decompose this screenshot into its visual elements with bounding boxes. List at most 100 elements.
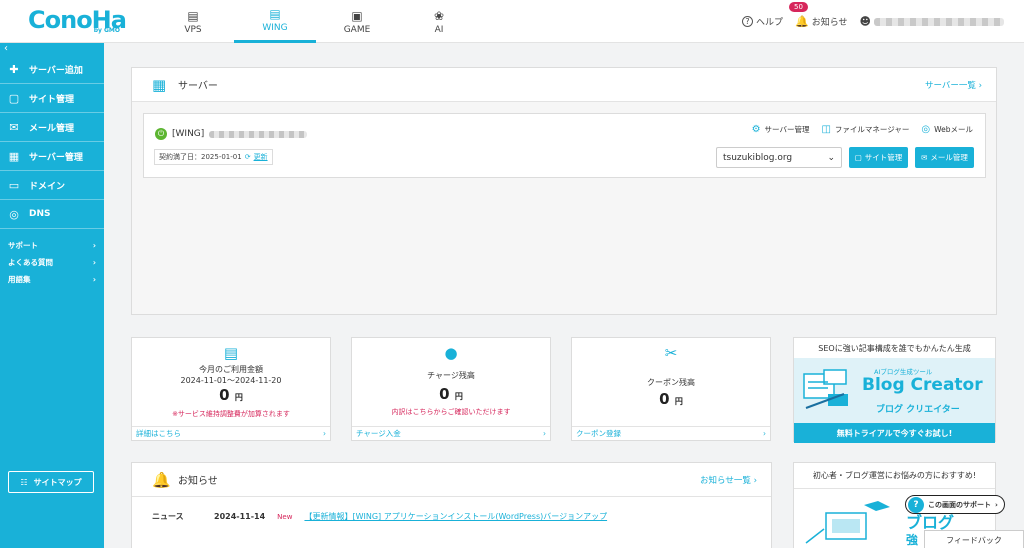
chevron-right-icon: › <box>323 429 326 438</box>
sidebar-link-faq[interactable]: よくある質問 › <box>0 254 104 271</box>
charge-card: ● チャージ残高 0 円 内訳はこちらからご確認いただけます チャージ入金 › <box>351 337 551 441</box>
conoha-logo[interactable]: ConoHa by GMO <box>28 6 127 36</box>
sidebar-link-support[interactable]: サポート › <box>0 237 104 254</box>
sidebar-item-site-management[interactable]: ▢ サイト管理 <box>0 84 104 113</box>
sidebar-item-domain[interactable]: ▭ ドメイン <box>0 171 104 200</box>
sidebar-collapse-button[interactable]: ‹ <box>0 43 104 55</box>
coupon-icon: ✂ <box>664 344 678 362</box>
sidebar-item-label: サイト管理 <box>29 94 75 105</box>
server-icon: ▦ <box>8 149 20 163</box>
ad-illustration-icon <box>803 369 848 409</box>
coupon-unit: 円 <box>674 397 683 406</box>
coupon-register-link[interactable]: クーポン登録 › <box>572 426 770 440</box>
sidebar-item-dns[interactable]: ◎ DNS <box>0 200 104 229</box>
page-support-button[interactable]: ? この画面のサポート › <box>905 495 1005 514</box>
tab-wing-label: WING <box>262 23 288 33</box>
blog-creator-ad[interactable]: SEOに強い記事構成を誰でもかんたん生成 AIブログ生成ツール Blog Cre… <box>793 337 996 443</box>
contract-expiry: 契約満了日：2025-01-01 ⟳ 更新 <box>154 149 273 165</box>
ai-brain-icon: ❀ <box>433 8 445 23</box>
page-support-label: この画面のサポート <box>928 500 991 509</box>
refresh-icon: ⟳ <box>244 153 251 161</box>
mail-management-button[interactable]: ✉ メール管理 <box>915 147 974 168</box>
news-link[interactable]: 【更新情報】[WING] アプリケーションインストール(WordPress)バー… <box>304 511 607 522</box>
sidebar-link-label: よくある質問 <box>8 258 53 267</box>
question-icon: ? <box>741 16 753 27</box>
power-icon: ⏻ <box>155 128 167 140</box>
charge-deposit-label: チャージ入金 <box>356 429 401 438</box>
webmail-icon: ◎ <box>921 124 931 135</box>
server-icon: ▦ <box>152 75 167 94</box>
tool-server-management[interactable]: ⚙ サーバー管理 <box>752 124 810 135</box>
mail-icon: ✉ <box>9 120 19 134</box>
sidebar-links: サポート › よくある質問 › 用語集 › <box>0 229 104 288</box>
news-list-link[interactable]: お知らせ一覧 › <box>700 474 757 486</box>
domain-select[interactable]: tsuzukiblog.org ⌄ <box>716 147 842 168</box>
usage-details-label: 詳細はこちら <box>136 429 181 438</box>
sitemap-icon: ☷ <box>20 477 28 487</box>
usage-value: 0 円 <box>132 386 330 404</box>
account-name-redacted <box>874 17 1004 26</box>
sidebar-item-mail-management[interactable]: ✉ メール管理 <box>0 113 104 142</box>
ad-body: AIブログ生成ツール Blog Creator ブログ クリエイター 無料トライ… <box>794 358 995 443</box>
server-list-link-label: サーバー一覧 <box>924 80 976 91</box>
ad2-headline: 初心者・ブログ運営にお悩みの方におすすめ! <box>794 463 995 489</box>
wing-server-icon: ▤ <box>269 7 281 21</box>
usage-amount: 0 <box>219 386 230 404</box>
notices-link[interactable]: 50 🔔 お知らせ <box>789 2 848 28</box>
sitemap-label: サイトマップ <box>33 477 82 487</box>
tool-label: サーバー管理 <box>764 125 810 134</box>
site-management-button[interactable]: ▢ サイト管理 <box>849 147 908 168</box>
usage-details-link[interactable]: 詳細はこちら › <box>132 426 330 440</box>
tab-game-label: GAME <box>343 24 371 35</box>
chevron-right-icon: › <box>92 258 96 267</box>
news-title: お知らせ <box>178 476 218 487</box>
chevron-right-icon: › <box>995 500 998 509</box>
tool-webmail[interactable]: ◎ Webメール <box>921 124 973 135</box>
news-category: ニュース <box>152 512 184 521</box>
tool-file-manager[interactable]: ◫ ファイルマネージャー <box>821 124 909 135</box>
ad2-blog-sub: 強 <box>906 533 919 547</box>
plus-icon: ✚ <box>9 62 19 76</box>
tab-game[interactable]: ▣ GAME <box>316 0 398 43</box>
sidebar-item-add-server[interactable]: ✚ サーバー追加 <box>0 55 104 84</box>
invoice-icon: ▤ <box>223 344 239 362</box>
account-menu[interactable]: ☻ <box>860 15 1004 28</box>
news-date: 2024-11-14 <box>214 512 266 521</box>
logo-by: by GMO <box>93 27 120 34</box>
sitemap-button[interactable]: ☷ サイトマップ <box>8 471 94 493</box>
dollar-coin-icon: ● <box>444 344 458 362</box>
usage-range: 2024-11-01〜2024-11-20 <box>180 376 282 385</box>
ad-headline: SEOに強い記事構成を誰でもかんたん生成 <box>818 343 971 353</box>
news-row: ニュース 2024-11-14 New 【更新情報】[WING] アプリケーショ… <box>152 511 607 522</box>
tab-ai-label: AI <box>434 24 444 35</box>
coupon-value: 0 円 <box>572 390 770 408</box>
coupon-label: クーポン残高 <box>647 378 695 387</box>
ad-cta[interactable]: 無料トライアルで今すぐお試し! <box>794 423 995 443</box>
usage-card: ▤ 今月のご利用金額 2024-11-01〜2024-11-20 0 円 ※サー… <box>131 337 331 441</box>
help-link[interactable]: ? ヘルプ <box>741 15 783 28</box>
feedback-button[interactable]: フィードバック <box>924 530 1024 548</box>
news-list-link-label: お知らせ一覧 <box>700 475 751 486</box>
tab-vps[interactable]: ▤ VPS <box>152 0 234 43</box>
sidebar-item-label: メール管理 <box>29 123 75 134</box>
charge-deposit-link[interactable]: チャージ入金 › <box>352 426 550 440</box>
tool-label: Webメール <box>934 125 973 134</box>
sidebar: ‹ ✚ サーバー追加 ▢ サイト管理 ✉ メール管理 ▦ サーバー管理 ▭ ドメ… <box>0 43 104 548</box>
renew-link[interactable]: 更新 <box>254 152 268 162</box>
server-tools: ⚙ サーバー管理 ◫ ファイルマネージャー ◎ Webメール <box>752 124 973 135</box>
notices-count-badge: 50 <box>789 2 808 12</box>
news-new-badge: New <box>277 512 293 521</box>
sidebar-link-glossary[interactable]: 用語集 › <box>0 271 104 288</box>
charge-amount: 0 <box>439 385 450 403</box>
window-icon: ▢ <box>854 153 862 162</box>
sidebar-item-server-management[interactable]: ▦ サーバー管理 <box>0 142 104 171</box>
contract-text: 契約満了日：2025-01-01 <box>159 153 242 161</box>
server-card: ⏻ [WING] 契約満了日：2025-01-01 ⟳ 更新 ⚙ サーバー管理 … <box>143 113 986 178</box>
tab-ai[interactable]: ❀ AI <box>398 0 480 43</box>
server-list-link[interactable]: サーバー一覧 › <box>925 79 982 91</box>
server-prefix: [WING] <box>172 129 205 139</box>
tab-wing[interactable]: ▤ WING <box>234 0 316 43</box>
sidebar-item-label: サーバー追加 <box>29 65 83 76</box>
gear-icon: ⚙ <box>751 124 761 135</box>
usage-label: 今月のご利用金額 <box>199 365 263 374</box>
